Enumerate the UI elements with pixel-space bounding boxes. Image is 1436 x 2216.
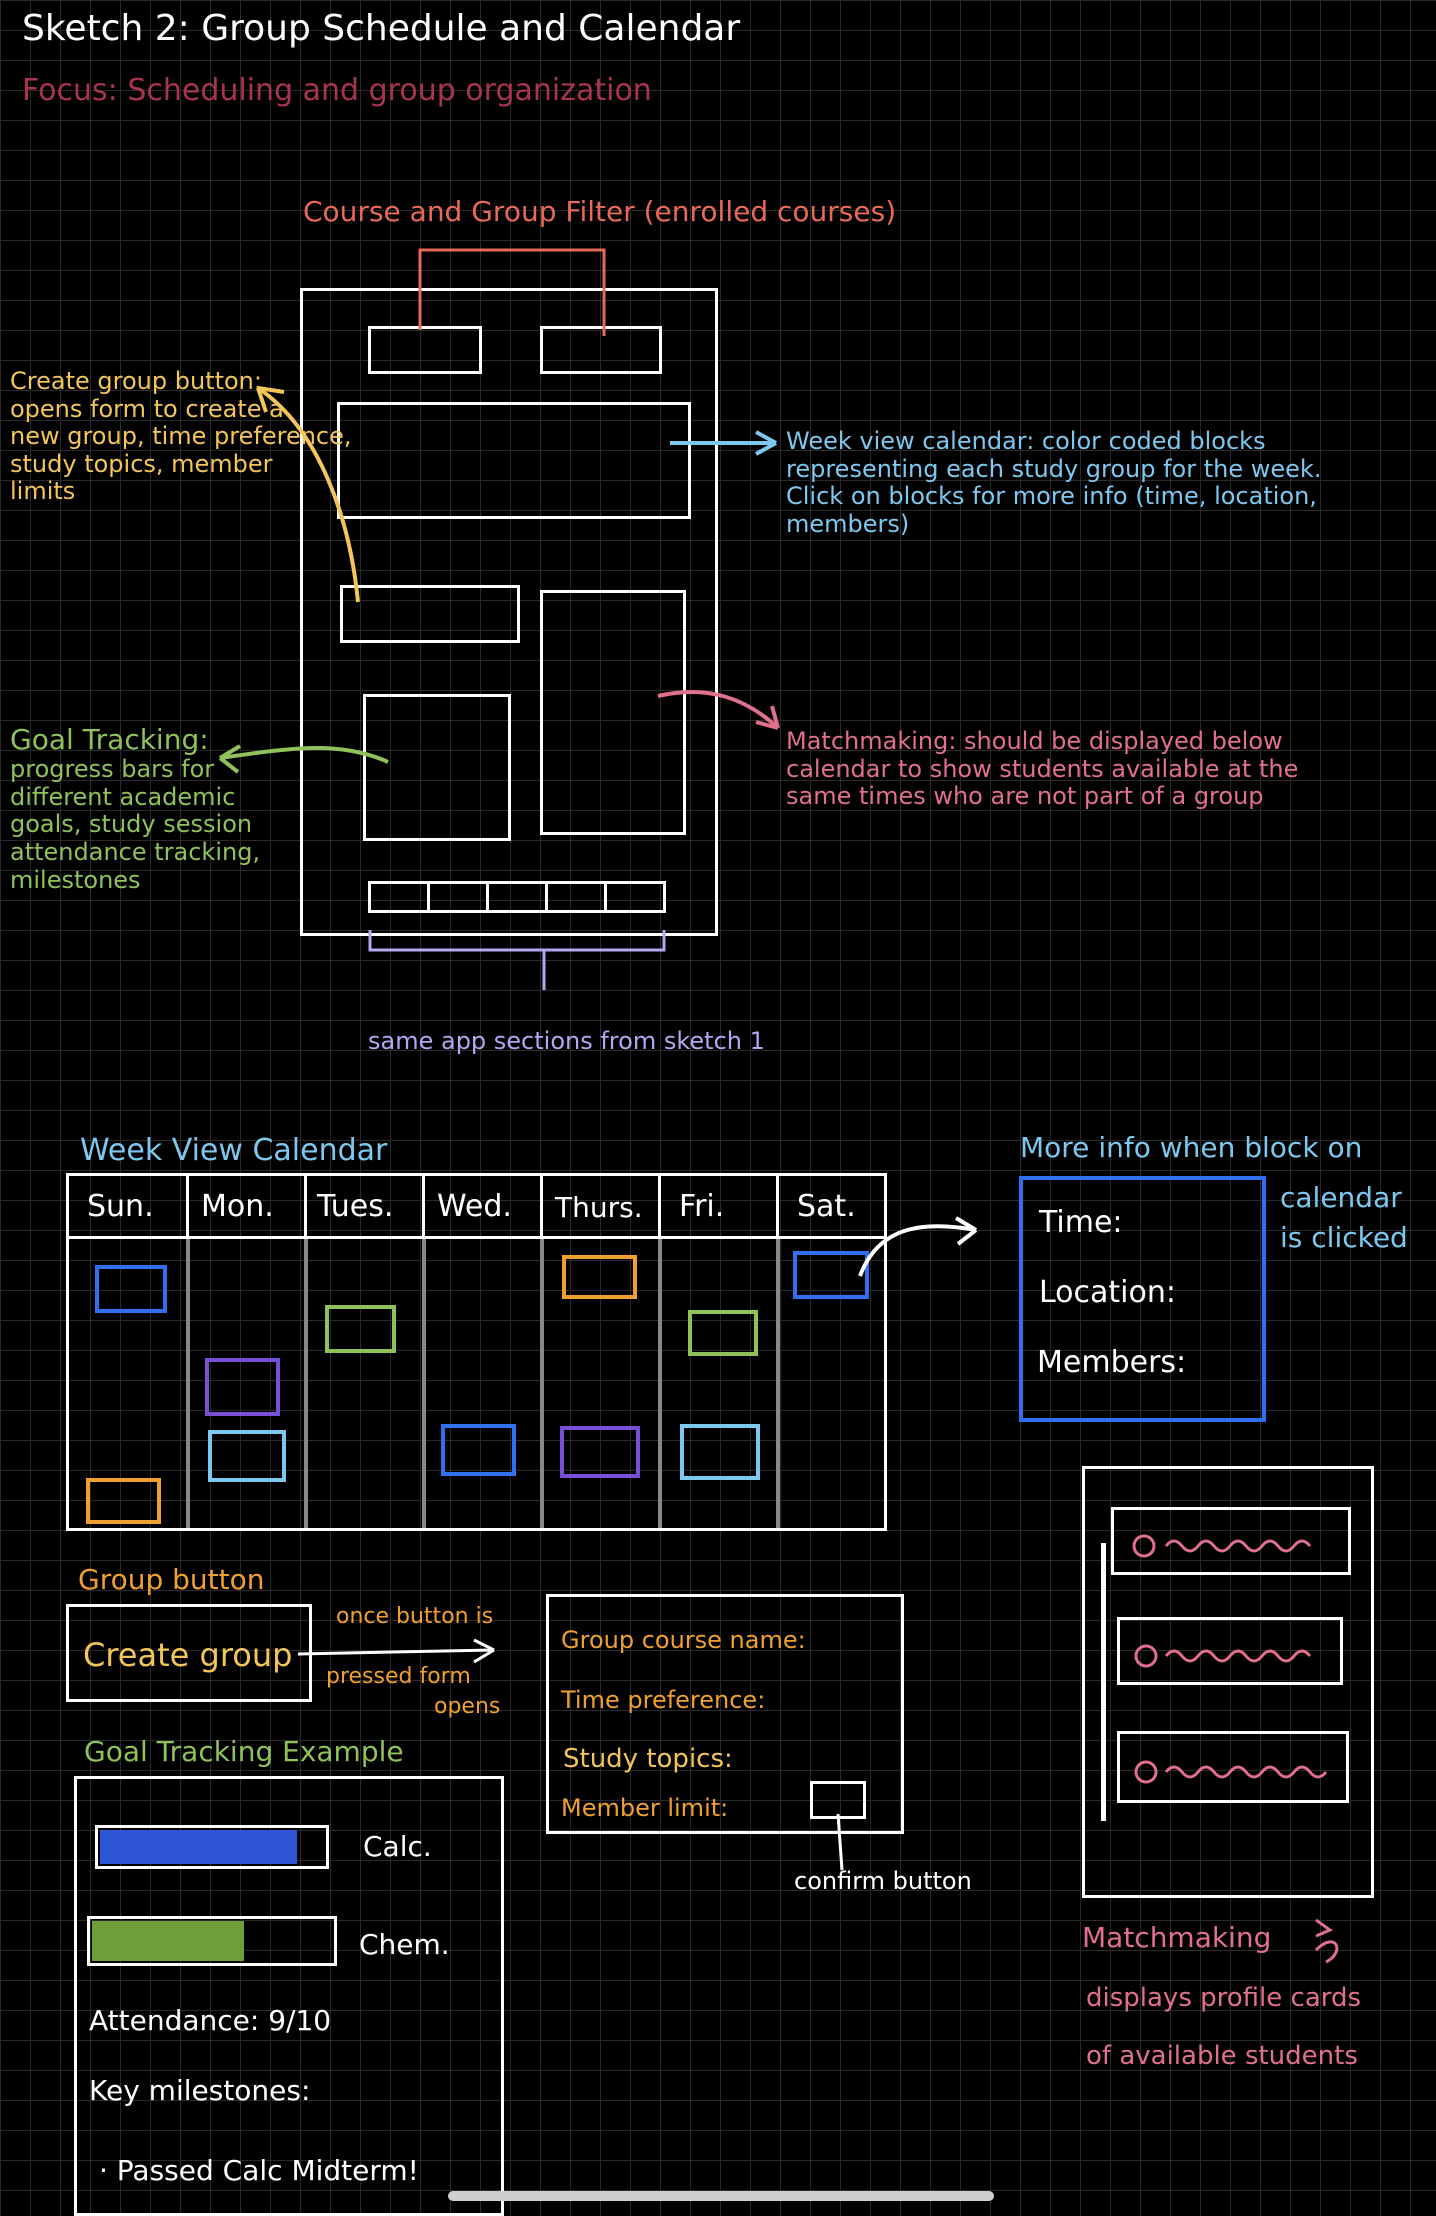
day-header-fri: Fri. (679, 1189, 725, 1224)
profile-card[interactable] (1111, 1507, 1351, 1575)
milestones-title: Key milestones: (89, 2074, 311, 2107)
group-button-title: Group button (78, 1563, 265, 1596)
form-note-line2: pressed form (326, 1664, 471, 1689)
calendar-block[interactable] (562, 1255, 637, 1299)
matchmaking-panel (1082, 1466, 1374, 1898)
goal-example-title: Goal Tracking Example (84, 1735, 404, 1768)
week-calendar: Sun. Mon. Tues. Wed. Thurs. Fri. Sat. (66, 1173, 887, 1531)
week-view-annotation: Week view calendar: color coded blocks r… (786, 427, 1322, 538)
more-info-title-line2: calendar (1280, 1181, 1402, 1214)
confirm-button-annotation: confirm button (794, 1867, 972, 1895)
profile-card[interactable] (1117, 1731, 1349, 1803)
matchmaking-scrollbar[interactable] (1101, 1543, 1106, 1821)
wireframe-create-button (340, 585, 520, 643)
wireframe-group-filter (540, 326, 662, 374)
calendar-block[interactable] (688, 1310, 758, 1356)
page-title: Sketch 2: Group Schedule and Calendar (22, 8, 741, 49)
goal-tracking-card: Calc. Chem. Attendance: 9/10 Key milesto… (74, 1776, 504, 2216)
progress-fill-chem (92, 1921, 245, 1961)
day-header-thu: Thurs. (555, 1191, 643, 1224)
calendar-block[interactable] (680, 1424, 760, 1480)
form-note-line3: opens (434, 1694, 501, 1719)
create-group-annotation: Create group button: opens form to creat… (10, 367, 352, 506)
profile-card[interactable] (1117, 1617, 1343, 1685)
more-info-title: More info when block on (1020, 1131, 1363, 1164)
wireframe-goal-tracking (363, 694, 511, 841)
form-field-limit: Member limit: (561, 1794, 729, 1822)
more-info-title-line3: is clicked (1280, 1221, 1408, 1254)
calendar-block[interactable] (95, 1265, 167, 1313)
progress-bar-chem (87, 1916, 337, 1966)
calendar-block[interactable] (560, 1426, 640, 1478)
day-header-sat: Sat. (797, 1189, 856, 1224)
day-header-wed: Wed. (437, 1189, 512, 1224)
progress-fill-calc (100, 1830, 297, 1864)
form-field-topics: Study topics: (563, 1744, 733, 1774)
calendar-block[interactable] (205, 1358, 280, 1416)
progress-bar-calc (95, 1825, 329, 1869)
confirm-button[interactable] (810, 1781, 866, 1819)
page-focus: Focus: Scheduling and group organization (22, 73, 652, 108)
day-header-mon: Mon. (201, 1189, 274, 1224)
progress-label-chem: Chem. (359, 1928, 450, 1961)
wireframe-calendar (337, 402, 691, 519)
day-header-sun: Sun. (87, 1189, 154, 1224)
calendar-block[interactable] (325, 1305, 396, 1353)
app-sections-annotation: same app sections from sketch 1 (368, 1027, 765, 1055)
day-header-tue: Tues. (317, 1189, 394, 1224)
calendar-block[interactable] (441, 1424, 516, 1476)
more-info-panel: Time: Location: Members: (1019, 1176, 1266, 1422)
calendar-block[interactable] (86, 1478, 161, 1524)
matchmaking-annotation: Matchmaking: should be displayed below c… (786, 727, 1299, 811)
info-location-label: Location: (1039, 1275, 1176, 1310)
matchmaking-desc-line2: of available students (1086, 2041, 1358, 2071)
form-field-time: Time preference: (561, 1686, 766, 1714)
calendar-title: Week View Calendar (80, 1133, 388, 1168)
milestone-item: · Passed Calc Midterm! (99, 2154, 419, 2187)
info-time-label: Time: (1039, 1205, 1123, 1240)
wireframe-matchmaking (540, 590, 686, 835)
filter-label: Course and Group Filter (enrolled course… (303, 195, 897, 228)
info-members-label: Members: (1037, 1345, 1187, 1380)
create-group-button[interactable]: Create group (66, 1604, 312, 1702)
create-group-form: Group course name: Time preference: Stud… (546, 1594, 904, 1834)
wireframe-course-filter (368, 326, 482, 374)
attendance-text: Attendance: 9/10 (89, 2004, 332, 2037)
form-note-line1: once button is (336, 1604, 494, 1629)
goal-tracking-annotation: Goal Tracking: progress bars for differe… (10, 723, 261, 894)
calendar-block[interactable] (793, 1251, 869, 1299)
progress-label-calc: Calc. (363, 1830, 432, 1863)
calendar-block[interactable] (208, 1430, 286, 1482)
matchmaking-desc-line1: displays profile cards (1086, 1983, 1362, 2013)
matchmaking-example-title: Matchmaking (1082, 1921, 1272, 1954)
create-group-button-label: Create group (83, 1636, 293, 1674)
wireframe-app-sections (368, 881, 666, 913)
form-field-course: Group course name: (561, 1626, 806, 1654)
